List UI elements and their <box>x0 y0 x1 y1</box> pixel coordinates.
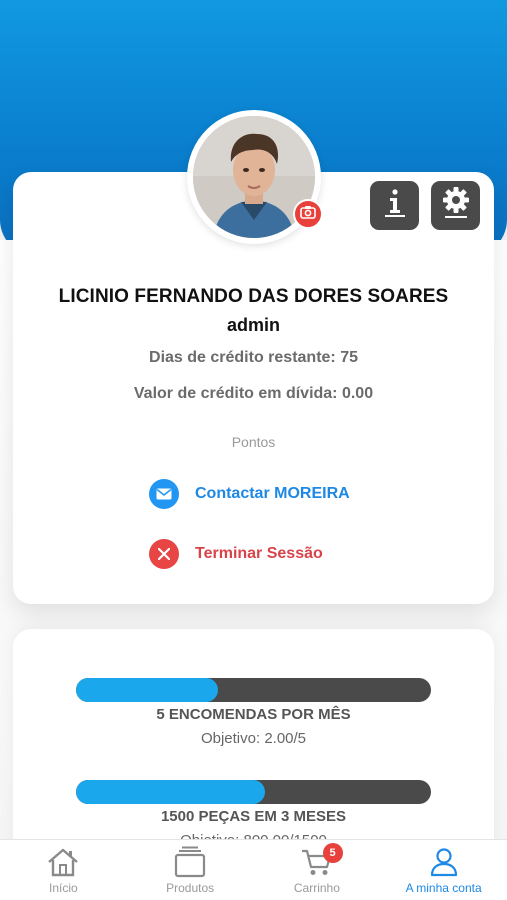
contact-button[interactable]: Contactar MOREIRA <box>149 479 350 509</box>
tab-cart[interactable]: 5 Carrinho <box>254 840 381 900</box>
camera-icon <box>300 205 316 224</box>
goal-progress-fill <box>76 780 266 804</box>
tab-label: A minha conta <box>405 881 482 895</box>
goal-progress-bar <box>76 678 431 702</box>
info-icon <box>382 188 408 223</box>
tab-label: Carrinho <box>293 881 340 895</box>
cart-badge: 5 <box>322 843 343 863</box>
points-label: Pontos <box>231 434 276 450</box>
contact-label: Contactar MOREIRA <box>195 485 350 502</box>
logout-button[interactable]: Terminar Sessão <box>149 539 323 569</box>
credit-debt-value: Valor de crédito em dívida: 0.00 <box>133 385 374 402</box>
tab-label: Produtos <box>166 881 215 895</box>
credit-days-remaining: Dias de crédito restante: 75 <box>149 349 358 366</box>
user-icon <box>429 845 459 879</box>
home-icon <box>46 845 80 879</box>
settings-button[interactable] <box>431 181 480 230</box>
tab-account[interactable]: A minha conta <box>380 840 507 900</box>
mail-icon <box>149 479 179 509</box>
tab-label: Início <box>49 881 78 895</box>
goal-title: 5 ENCOMENDAS POR MÊS <box>156 706 351 723</box>
bottom-tab-bar: Início Produtos 5 Carrinho A minha conta <box>0 839 507 900</box>
gear-icon <box>441 187 471 224</box>
tab-home[interactable]: Início <box>0 840 127 900</box>
user-role: admin <box>226 315 280 335</box>
close-icon <box>149 539 179 569</box>
goal-progress-bar <box>76 780 431 804</box>
tab-products[interactable]: Produtos <box>127 840 254 900</box>
products-icon <box>173 845 207 879</box>
goal-title: 1500 PEÇAS EM 3 MESES <box>160 808 347 825</box>
info-button[interactable] <box>370 181 419 230</box>
logout-label: Terminar Sessão <box>195 545 323 562</box>
goal-target: Objetivo: 2.00/5 <box>200 730 307 747</box>
user-name: LICINIO FERNANDO DAS DORES SOARES <box>58 286 449 307</box>
camera-button[interactable] <box>293 199 323 229</box>
goal-progress-fill <box>76 678 218 702</box>
